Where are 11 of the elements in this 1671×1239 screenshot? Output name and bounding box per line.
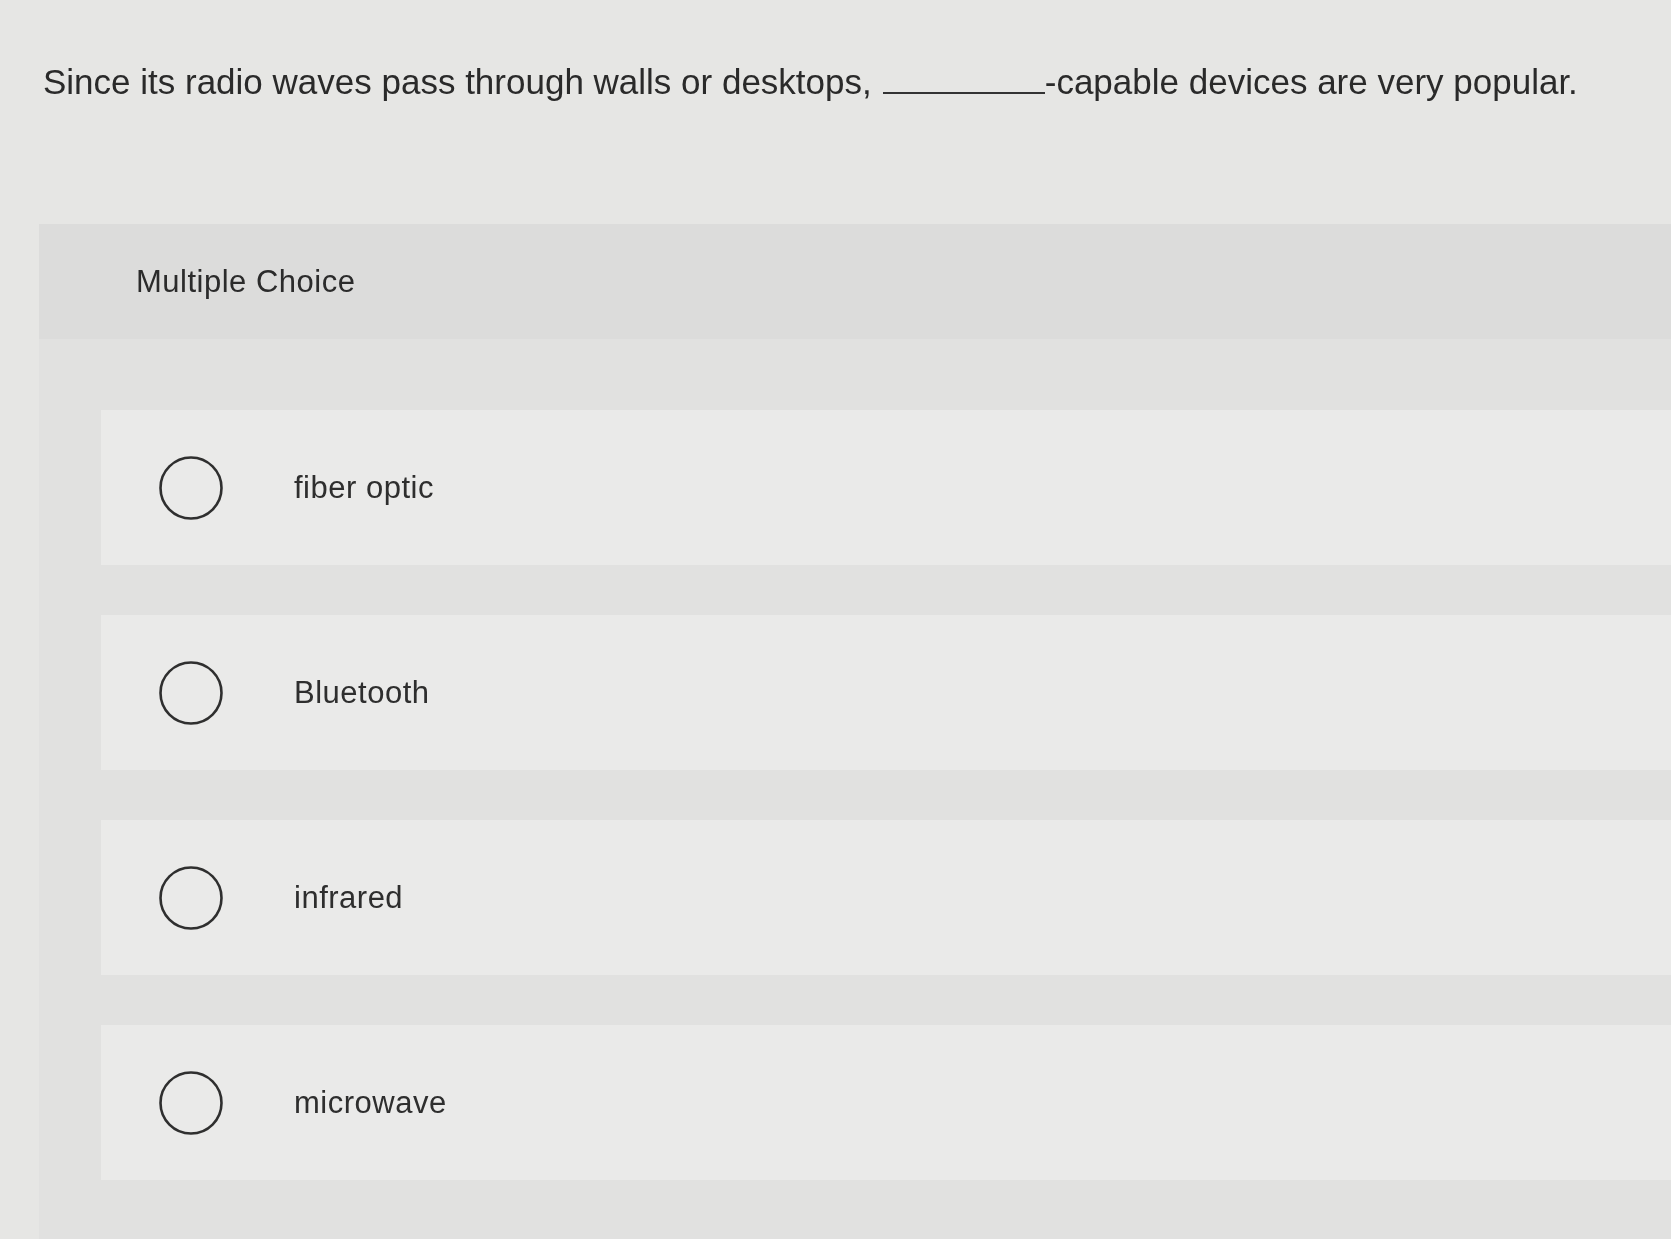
question-text: Since its radio waves pass through walls or desktops,	[43, 61, 872, 103]
option-label: fiber optic	[294, 469, 434, 506]
option-label: Bluetooth	[294, 674, 430, 711]
radio-button[interactable]	[159, 865, 223, 930]
question-text: -capable devices are very popular.	[1044, 61, 1578, 103]
radio-button[interactable]	[159, 660, 223, 725]
option-label: microwave	[294, 1084, 447, 1121]
option-label: infrared	[294, 879, 404, 916]
radio-button[interactable]	[159, 1070, 223, 1135]
radio-button[interactable]	[159, 455, 223, 520]
question-type-label: Multiple Choice	[136, 263, 356, 300]
